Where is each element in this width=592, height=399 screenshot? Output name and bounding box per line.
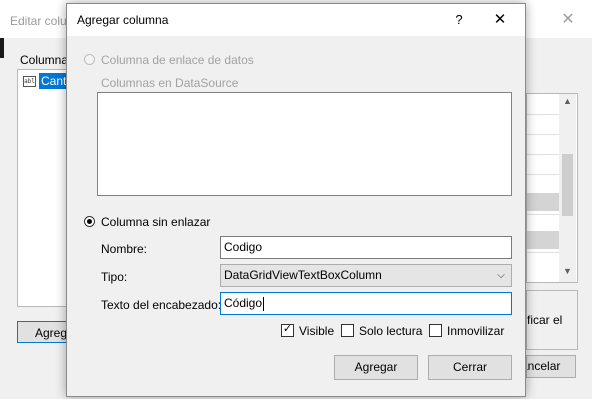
property-description-text: ficar el: [527, 313, 563, 327]
background-cancel-button-label: ancelar: [527, 359, 561, 373]
radio-unbound-column[interactable]: [84, 216, 95, 227]
dialog-title: Agregar columna: [77, 13, 169, 27]
name-label: Nombre:: [101, 242, 148, 256]
scroll-up-icon[interactable]: ▲: [559, 96, 576, 108]
close-button-label: Cerrar: [452, 360, 487, 374]
scrollbar-thumb[interactable]: [562, 154, 573, 216]
background-close-icon[interactable]: ✕: [558, 10, 578, 30]
name-input[interactable]: Codigo: [220, 236, 512, 259]
radio-databound-column[interactable]: [84, 54, 95, 65]
chevron-down-icon[interactable]: ⌵: [495, 265, 507, 286]
name-input-value: Codigo: [224, 240, 263, 254]
selected-columns-list[interactable]: abl Cant: [17, 69, 73, 307]
property-grid[interactable]: ▲ ▼: [526, 93, 578, 283]
datasource-columns-list[interactable]: [97, 92, 512, 196]
property-description: ficar el: [526, 290, 578, 350]
add-column-dialog: Agregar columna ? ✕ Columna de enlace de…: [66, 3, 526, 397]
property-grid-row: [527, 252, 559, 253]
type-combobox[interactable]: DataGridViewTextBoxColumn ⌵: [220, 264, 512, 287]
check-icon: ✓: [282, 323, 293, 335]
property-grid-row: [527, 134, 559, 135]
add-button-label: Agregar: [354, 360, 398, 374]
background-window-title: Editar colu: [10, 14, 67, 28]
frozen-checkbox[interactable]: [429, 324, 442, 337]
property-grid-row: [527, 174, 559, 175]
radio-selected-dot: [87, 219, 92, 224]
background-add-button[interactable]: Agreg: [17, 321, 72, 343]
readonly-checkbox[interactable]: [341, 324, 354, 337]
property-grid-row: [527, 214, 559, 215]
close-button[interactable]: Cerrar: [428, 355, 512, 380]
textbox-column-icon: abl: [23, 76, 36, 87]
visible-label: Visible: [299, 324, 335, 338]
datasource-columns-label: Columnas en DataSource: [101, 76, 239, 90]
visible-checkbox[interactable]: ✓: [281, 323, 294, 337]
close-icon[interactable]: ✕: [487, 9, 513, 31]
frozen-label: Inmovilizar: [447, 324, 505, 338]
property-grid-row: [527, 154, 559, 155]
background-columns-label: Columna: [20, 53, 69, 67]
property-grid-category: [527, 193, 559, 211]
property-grid-scrollbar[interactable]: ▲ ▼: [559, 94, 576, 282]
dialog-titlebar: Agregar columna ? ✕: [67, 4, 525, 36]
header-text-input-value: Código: [224, 296, 263, 310]
background-add-button-label: Agreg: [35, 326, 68, 340]
property-grid-category: [527, 231, 559, 249]
help-icon[interactable]: ?: [447, 9, 471, 31]
type-label: Tipo:: [101, 270, 128, 284]
header-text-input[interactable]: Código: [220, 292, 512, 315]
type-combobox-value: DataGridViewTextBoxColumn: [224, 268, 382, 282]
background-edge: [0, 38, 4, 58]
property-grid-row: [527, 114, 559, 115]
radio-unbound-label: Columna sin enlazar: [101, 215, 211, 229]
radio-databound-label: Columna de enlace de datos: [101, 53, 254, 67]
add-button[interactable]: Agregar: [334, 355, 418, 380]
background-cancel-button[interactable]: ancelar: [526, 355, 576, 378]
readonly-label: Solo lectura: [359, 324, 423, 338]
text-caret: [263, 296, 265, 311]
scroll-down-icon[interactable]: ▼: [559, 266, 576, 278]
header-text-label: Texto del encabezado:: [101, 298, 222, 312]
